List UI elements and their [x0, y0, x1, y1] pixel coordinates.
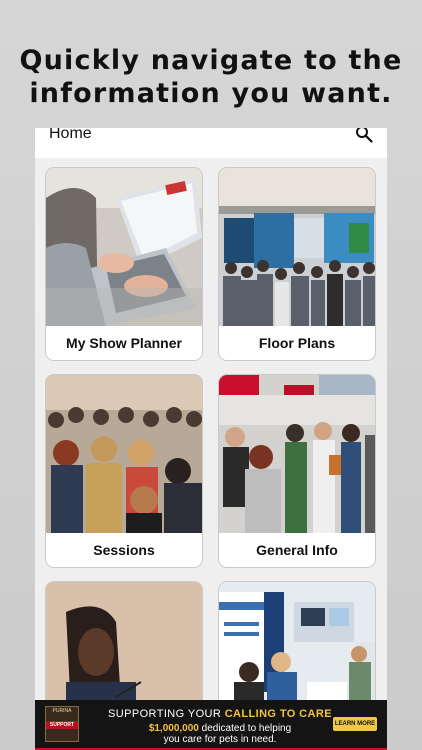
session-audience-photo	[46, 375, 202, 533]
laptop-photo	[46, 168, 202, 326]
banner-subline: $1,000,000 dedicated to helping	[148, 723, 292, 734]
headline-line-2: information you want.	[29, 78, 393, 109]
tile-label: My Show Planner	[46, 326, 202, 360]
banner-subline-2: you care for pets in need.	[163, 734, 277, 745]
banner-headline: SUPPORTING YOUR CALLING TO CARE	[108, 708, 332, 720]
learn-more-button[interactable]: LEARN MORE	[333, 717, 377, 731]
headline: Quickly navigate to the information you …	[0, 44, 422, 110]
sponsor-logo-support: SUPPORT	[49, 722, 75, 728]
sponsor-logo-text: PURINA	[52, 708, 72, 714]
page-title: Home	[49, 128, 92, 142]
tile-general-info[interactable]: General Info	[218, 374, 376, 568]
tile-label: Floor Plans	[219, 326, 375, 360]
search-icon[interactable]	[355, 128, 373, 143]
booth-attendees-photo	[219, 375, 375, 533]
tile-floor-plans[interactable]: Floor Plans	[218, 167, 376, 361]
sponsor-logo: PURINA SUPPORT	[45, 706, 79, 742]
headline-line-1: Quickly navigate to the	[19, 45, 403, 76]
app-screen: Home My Show Planner Floor Plans Session…	[35, 128, 387, 750]
nav-bar: Home	[35, 128, 387, 158]
tile-label: Sessions	[46, 533, 202, 567]
ad-banner[interactable]: PURINA SUPPORT SUPPORTING YOUR CALLING T…	[35, 700, 387, 748]
tile-sessions[interactable]: Sessions	[45, 374, 203, 568]
exhibit-hall-photo	[219, 168, 375, 326]
tile-my-show-planner[interactable]: My Show Planner	[45, 167, 203, 361]
tile-label: General Info	[219, 533, 375, 567]
